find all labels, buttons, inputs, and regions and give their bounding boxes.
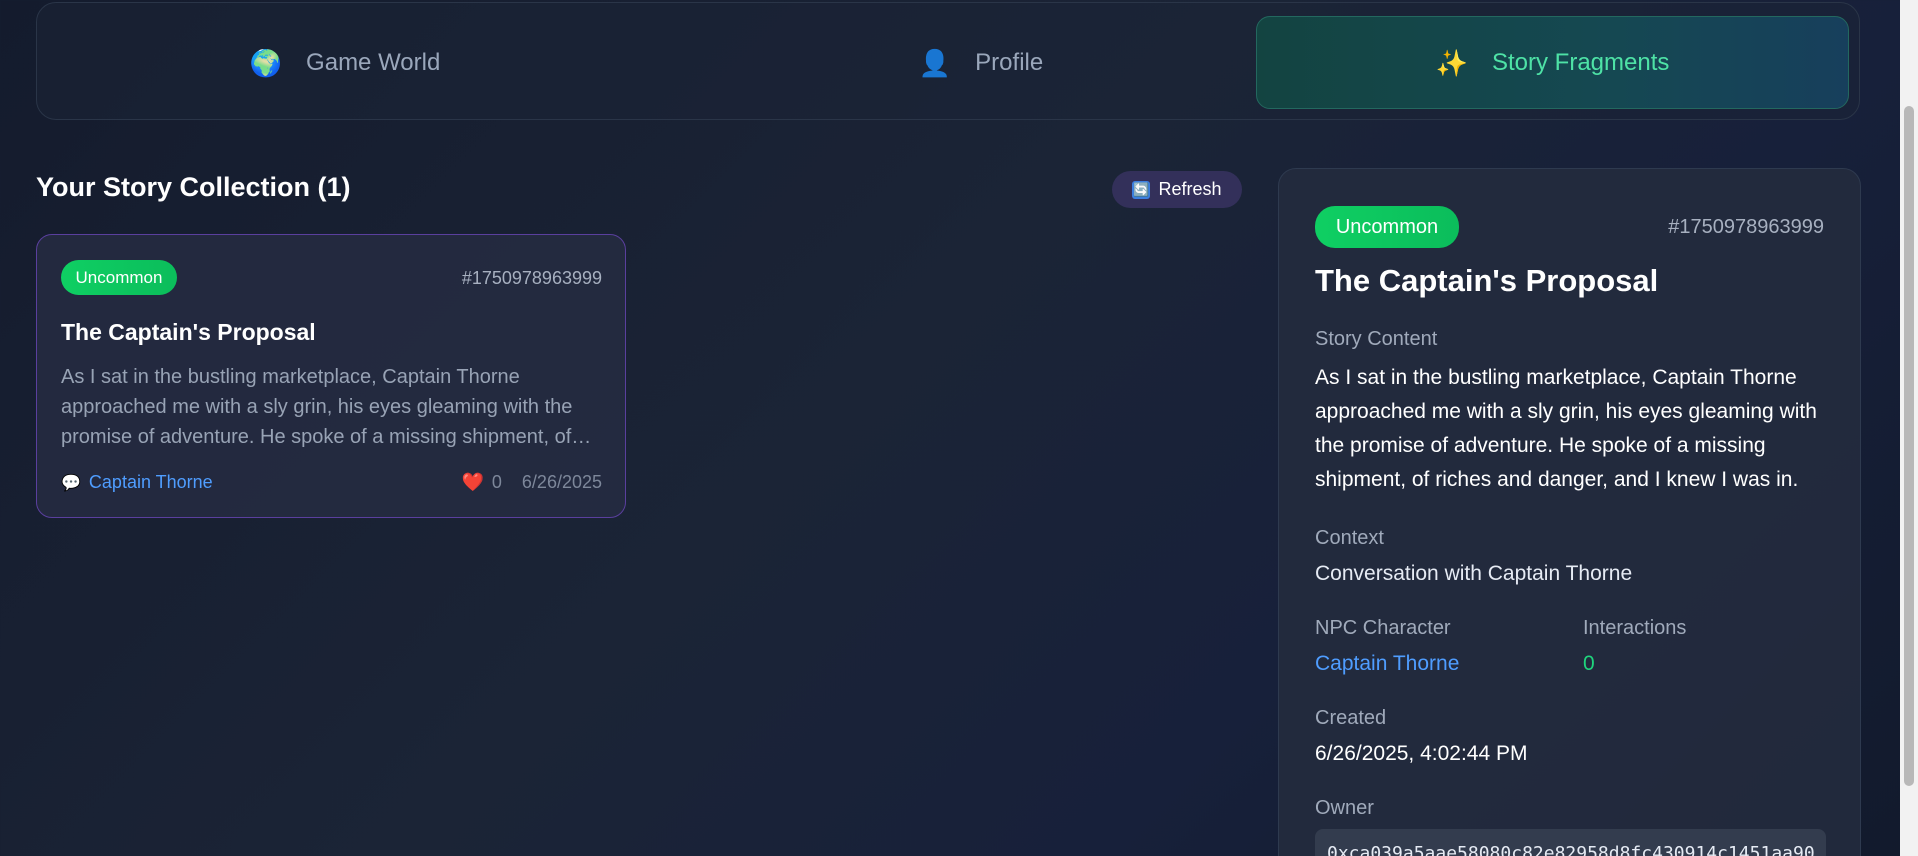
heart-icon: ❤️ xyxy=(461,472,484,492)
interactions-value: 0 xyxy=(1583,652,1595,675)
rarity-badge: Uncommon xyxy=(1315,206,1459,248)
card-npc: 💬 Captain Thorne xyxy=(61,472,213,493)
npc-name[interactable]: Captain Thorne xyxy=(89,472,213,493)
globe-icon: 🌍 xyxy=(249,47,283,78)
story-content-label: Story Content xyxy=(1315,328,1438,350)
page: 🌍 Game World 👤 Profile ✨ Story Fragments… xyxy=(0,0,1900,856)
rarity-badge: Uncommon xyxy=(61,260,177,295)
npc-character-label: NPC Character xyxy=(1315,617,1451,639)
detail-title: The Captain's Proposal xyxy=(1315,263,1659,298)
like-count: 0 xyxy=(491,472,502,492)
user-icon: 👤 xyxy=(918,47,952,78)
refresh-icon: 🔄 xyxy=(1132,180,1151,199)
scrollbar[interactable] xyxy=(1900,0,1918,856)
story-id: #1750978963999 xyxy=(461,268,602,288)
tab-label: Story Fragments xyxy=(1491,48,1670,76)
tab-label: Game World xyxy=(306,48,441,76)
story-excerpt: As I sat in the bustling marketplace, Ca… xyxy=(61,366,573,448)
refresh-button[interactable]: 🔄 Refresh xyxy=(1112,171,1242,208)
tab-story-fragments[interactable]: ✨ Story Fragments xyxy=(1256,16,1849,109)
tab-profile[interactable]: 👤 Profile xyxy=(685,16,1277,109)
speech-bubble-icon: 💬 xyxy=(61,474,81,492)
story-title: The Captain's Proposal xyxy=(61,319,316,345)
tab-label: Profile xyxy=(975,48,1044,76)
collection-title: Your Story Collection (1) xyxy=(36,172,351,202)
interactions-label: Interactions xyxy=(1583,617,1687,639)
created-label: Created xyxy=(1315,707,1387,729)
story-content: As I sat in the bustling marketplace, Ca… xyxy=(1315,366,1817,491)
scrollbar-thumb[interactable] xyxy=(1904,106,1914,786)
tab-game-world[interactable]: 🌍 Game World xyxy=(49,16,641,109)
context-value: Conversation with Captain Thorne xyxy=(1315,562,1633,585)
card-meta: ❤️ 0 6/26/2025 xyxy=(461,472,602,493)
context-label: Context xyxy=(1315,527,1384,549)
story-card[interactable]: Uncommon #1750978963999 The Captain's Pr… xyxy=(36,234,626,518)
created-value: 6/26/2025, 4:02:44 PM xyxy=(1315,742,1528,765)
owner-label: Owner xyxy=(1315,797,1374,819)
story-detail-panel: Uncommon #1750978963999 The Captain's Pr… xyxy=(1278,168,1861,856)
card-date: 6/26/2025 xyxy=(521,472,602,492)
sparkles-icon: ✨ xyxy=(1435,47,1468,78)
owner-address[interactable]: 0xca039a5aae58080c82e82958d8fc430914c145… xyxy=(1315,829,1826,856)
tab-bar: 🌍 Game World 👤 Profile ✨ Story Fragments xyxy=(36,2,1860,120)
story-id: #1750978963999 xyxy=(1668,216,1824,238)
npc-character-value[interactable]: Captain Thorne xyxy=(1315,652,1459,676)
refresh-label: Refresh xyxy=(1158,179,1222,199)
